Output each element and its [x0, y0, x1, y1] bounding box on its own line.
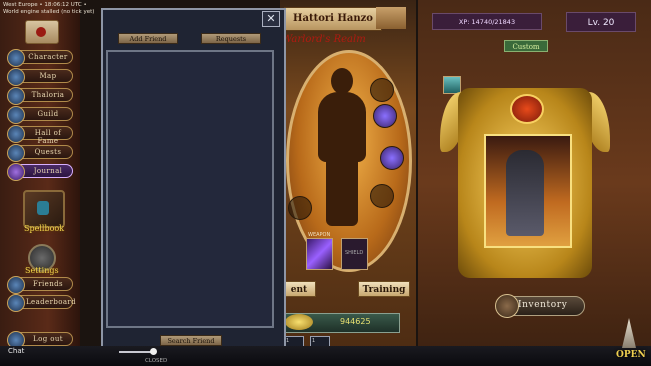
character-silhouette-head	[331, 68, 353, 94]
settings-label: Settings	[25, 266, 59, 275]
banner-icon	[7, 106, 25, 124]
trophy-icon	[7, 125, 25, 143]
realm-title: Warlord's Realm	[282, 34, 366, 45]
spellbook-label: Spellbook	[24, 224, 65, 233]
bottom-bar	[0, 346, 651, 366]
character-name: Hattori Hanzo	[284, 7, 382, 31]
inventory-label: Inventory	[518, 300, 568, 310]
spellbook-icon[interactable]	[23, 190, 65, 228]
equipment-slot-gloves[interactable]	[370, 184, 394, 208]
character-silhouette-legs	[326, 156, 358, 226]
nav-item-label: Map	[39, 72, 57, 80]
chat-slider-knob[interactable]	[150, 348, 157, 355]
nav-item-friends[interactable]: Friends	[7, 276, 73, 294]
nav-item-leaderboard[interactable]: Leaderboard	[7, 294, 77, 312]
server-status-line1: West Europe • 18:06:12 UTC •	[3, 2, 87, 8]
name-banner-end	[376, 7, 406, 29]
gold-coins-icon	[285, 314, 313, 330]
chat-state: CLOSED	[145, 358, 168, 364]
nav-item-map[interactable]: Map	[7, 68, 73, 86]
nav-item-label: Thaloria	[31, 91, 65, 99]
xp-display: XP: 14740/21843	[432, 13, 542, 30]
equipment-slot-ring[interactable]	[380, 146, 404, 170]
helmet-icon	[7, 49, 25, 67]
custom-button[interactable]: Custom	[504, 40, 548, 52]
friends-list[interactable]	[106, 50, 274, 328]
map-icon	[7, 68, 25, 86]
weapon-slot-label: WEAPON	[308, 232, 331, 238]
logout-label: Log out	[33, 335, 63, 343]
shield-slot-label: SHIELD	[345, 250, 364, 256]
nav-item-character[interactable]: Character	[7, 49, 73, 67]
nav-item-label: Journal	[33, 167, 63, 175]
nav-item-label: Friends	[33, 280, 63, 288]
requests-button[interactable]: Requests	[201, 33, 261, 44]
search-friend-button[interactable]: Search Friend	[160, 335, 222, 346]
tower-icon	[7, 87, 25, 105]
training-button[interactable]: Training	[358, 281, 410, 297]
equipment-slot-amulet[interactable]	[373, 104, 397, 128]
chat-label[interactable]: Chat	[8, 347, 24, 355]
frame-crest-icon	[510, 94, 544, 124]
leaderboard-icon	[7, 294, 25, 312]
nav-item-label: Hall of Fame	[34, 129, 62, 145]
nav-item-label: Quests	[34, 148, 62, 156]
add-friend-button[interactable]: Add Friend	[118, 33, 178, 44]
open-label[interactable]: OPEN	[616, 350, 646, 360]
level-display: Lv. 20	[566, 12, 636, 32]
character-silhouette-body	[318, 92, 366, 162]
bag-icon	[495, 294, 519, 318]
gold-amount: 944625	[340, 317, 371, 326]
logout-button[interactable]: Log out	[7, 331, 73, 349]
shield-slot[interactable]: SHIELD	[341, 238, 368, 270]
server-status-line2: World engine stalled (no tick yet)	[3, 9, 95, 15]
nav-item-guild[interactable]: Guild	[7, 106, 73, 124]
gem-icon	[7, 163, 25, 181]
scroll-icon	[7, 144, 25, 162]
close-icon[interactable]: ✕	[262, 11, 280, 27]
weapon-slot[interactable]: WEAPON	[306, 232, 333, 270]
nav-item-thaloria[interactable]: Thaloria	[7, 87, 73, 105]
armored-knight-figure	[506, 150, 544, 236]
server-status: West Europe • 18:06:12 UTC • World engin…	[3, 2, 94, 16]
nav-item-label: Leaderboard	[26, 298, 77, 306]
nav-item-label: Character	[28, 53, 68, 61]
equipment-slot-helmet[interactable]	[370, 78, 394, 102]
equipment-slot-boots[interactable]	[288, 196, 312, 220]
mail-envelope-icon[interactable]	[25, 20, 59, 44]
friends-icon	[7, 276, 25, 294]
nav-item-hall-of-fame[interactable]: Hall of Fame	[7, 125, 73, 145]
nav-item-journal[interactable]: Journal	[7, 163, 73, 181]
equipment-button[interactable]: ent	[282, 281, 316, 297]
nav-item-label: Guild	[37, 110, 59, 118]
nav-item-quests[interactable]: Quests	[7, 144, 73, 162]
